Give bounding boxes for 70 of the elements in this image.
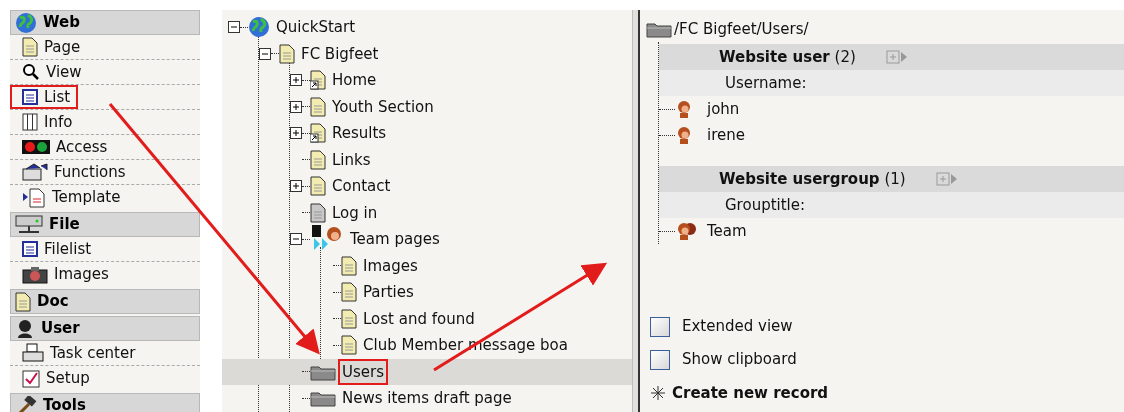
list-icon — [22, 241, 38, 257]
tree-item[interactable]: Home — [328, 67, 381, 94]
checkbox[interactable] — [650, 349, 670, 370]
sparkle-icon — [650, 385, 666, 402]
menu-item[interactable]: Access — [10, 135, 116, 159]
printer-icon — [22, 343, 44, 363]
menu-item[interactable]: List — [10, 85, 79, 109]
create-record-link[interactable]: Create new record — [672, 382, 829, 405]
template-icon — [22, 187, 46, 208]
tree-item[interactable]: Team pages — [346, 226, 444, 253]
checkbox[interactable] — [650, 316, 670, 337]
tree-item[interactable]: Youth Section — [328, 93, 438, 120]
people-icon — [675, 221, 697, 241]
globe-icon — [15, 11, 37, 34]
menu-group-header[interactable]: Web — [10, 10, 200, 35]
page-icon — [15, 291, 31, 312]
tree-item[interactable]: Users — [338, 358, 388, 385]
collapse-icon[interactable] — [228, 21, 240, 34]
list-icon — [22, 89, 38, 105]
tree-item[interactable]: Contact — [328, 173, 395, 200]
folder-icon — [646, 20, 672, 38]
tree-item[interactable]: Links — [328, 146, 375, 173]
table-title: Website usergroup (1) — [719, 168, 906, 190]
menu-item[interactable]: Page — [10, 35, 89, 59]
tree-item[interactable]: Images — [359, 252, 422, 279]
magnifier-icon — [22, 63, 40, 81]
tree-item[interactable]: Results — [328, 120, 391, 147]
user-silhouette-icon — [15, 318, 35, 339]
folder-path: /FC Bigfeet/Users/ — [674, 18, 809, 40]
tree-item[interactable]: QuickStart — [272, 14, 360, 41]
camera-icon — [22, 265, 48, 284]
toolbox-icon — [22, 163, 48, 181]
globe-icon — [248, 16, 270, 39]
menu-item[interactable]: Template — [10, 185, 129, 210]
menu-group-header[interactable]: Doc — [10, 289, 200, 314]
menu-item[interactable]: Task center — [10, 341, 144, 365]
table-title: Website user (2) — [719, 46, 856, 68]
checkbox-tick-icon — [22, 369, 40, 388]
tree-item[interactable]: Parties — [359, 279, 418, 306]
menu-item[interactable]: View — [10, 60, 90, 84]
menu-item[interactable]: Setup — [10, 366, 98, 391]
record-name[interactable]: john — [707, 97, 740, 121]
checkbox-label: Extended view — [682, 316, 793, 338]
collapse-icon[interactable] — [290, 233, 302, 246]
menu-group-header[interactable]: Tools — [10, 393, 200, 412]
expand-icon[interactable] — [290, 127, 302, 140]
tree-item[interactable]: News items draft page — [338, 385, 516, 412]
menu-item[interactable]: Images — [10, 262, 117, 287]
menu-item[interactable]: Functions — [10, 160, 134, 184]
menu-item[interactable]: Info — [10, 110, 81, 134]
columns-icon — [22, 113, 38, 131]
checkbox-label: Show clipboard — [682, 349, 797, 371]
collapse-icon[interactable] — [259, 47, 271, 60]
menu-group-header[interactable]: User — [10, 316, 200, 341]
column-header: Username: — [725, 72, 807, 94]
network-drive-icon — [15, 214, 43, 235]
menu-item[interactable]: Filelist — [10, 237, 100, 261]
expand-icon[interactable] — [290, 74, 302, 87]
column-header: Grouptitle: — [725, 194, 806, 216]
expand-icon[interactable] — [290, 100, 302, 113]
tree-item[interactable]: Lost and found — [359, 305, 479, 332]
traffic-light-icon — [22, 140, 50, 154]
record-name[interactable]: irene — [707, 123, 745, 147]
menu-group-header[interactable]: File — [10, 212, 200, 237]
expand-icon[interactable] — [290, 180, 302, 193]
tree-item[interactable]: FC Bigfeet — [297, 40, 383, 67]
page-icon — [22, 37, 38, 57]
record-name[interactable]: Team — [707, 219, 747, 243]
tree-item[interactable]: Log in — [328, 199, 382, 226]
folder-icon — [310, 389, 336, 408]
